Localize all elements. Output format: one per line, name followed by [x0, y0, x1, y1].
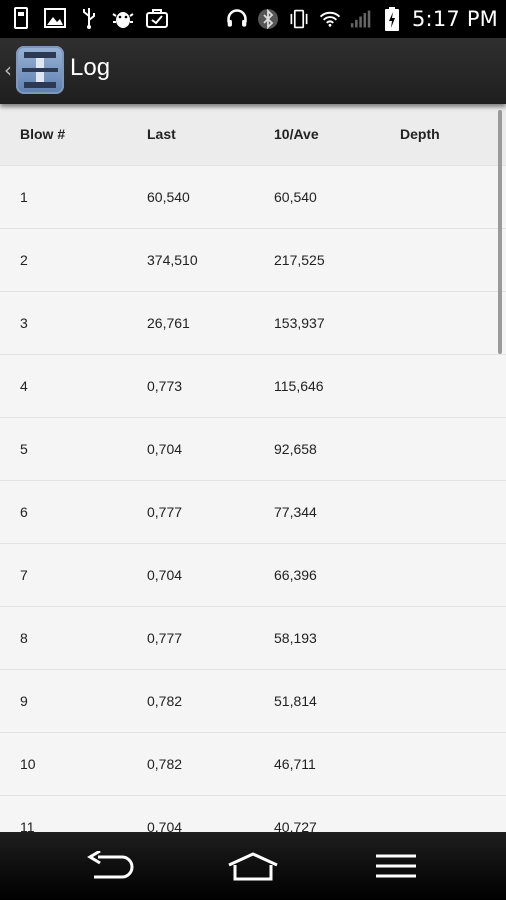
cell-blow-number: 7 [20, 567, 28, 583]
back-icon[interactable] [82, 848, 142, 884]
header-depth: Depth [400, 126, 440, 142]
cell-ten-average: 66,396 [274, 567, 317, 583]
cell-last: 0,704 [147, 819, 183, 832]
headset-icon [226, 7, 248, 31]
table-row[interactable]: 8 0,777 58,193 [0, 607, 506, 670]
action-bar: ‹ Log [0, 38, 506, 104]
cell-blow-number: 10 [20, 756, 36, 772]
briefcase-icon [146, 6, 168, 30]
cell-blow-number: 1 [20, 189, 28, 205]
table-row[interactable]: 4 0,773 115,646 [0, 355, 506, 418]
cell-last: 60,540 [147, 189, 190, 205]
cell-last: 0,782 [147, 693, 183, 709]
cell-last: 0,777 [147, 504, 183, 520]
usb-icon [78, 6, 100, 30]
header-last: Last [147, 126, 176, 142]
cell-ten-average: 115,646 [274, 378, 324, 394]
menu-icon[interactable] [366, 848, 426, 884]
scrollbar[interactable] [498, 110, 502, 354]
up-caret-icon[interactable]: ‹ [4, 58, 12, 82]
table-row[interactable]: 1 60,540 60,540 [0, 166, 506, 229]
cell-blow-number: 8 [20, 630, 28, 646]
clock: 5:17 PM [411, 7, 498, 31]
table-row[interactable]: 3 26,761 153,937 [0, 292, 506, 355]
cell-blow-number: 3 [20, 315, 28, 331]
cell-blow-number: 5 [20, 441, 28, 457]
table-row[interactable]: 10 0,782 46,711 [0, 733, 506, 796]
navigation-bar [0, 832, 506, 900]
cell-last: 0,782 [147, 756, 183, 772]
page-title: Log [70, 54, 111, 81]
cell-last: 0,704 [147, 567, 183, 583]
table-row[interactable]: 2 374,510 217,525 [0, 229, 506, 292]
bluetooth-icon [257, 7, 279, 31]
table-row[interactable]: 7 0,704 66,396 [0, 544, 506, 607]
wifi-icon [319, 7, 341, 31]
cell-ten-average: 58,193 [274, 630, 317, 646]
cell-blow-number: 9 [20, 693, 28, 709]
table-row[interactable]: 5 0,704 92,658 [0, 418, 506, 481]
android-debug-icon [112, 6, 134, 30]
cell-last: 26,761 [147, 315, 190, 331]
usb-storage-icon [10, 6, 32, 30]
cell-ten-average: 46,711 [274, 756, 316, 772]
cell-last: 0,777 [147, 630, 183, 646]
cell-blow-number: 6 [20, 504, 28, 520]
cell-blow-number: 2 [20, 252, 28, 268]
home-icon[interactable] [223, 848, 283, 884]
cell-ten-average: 92,658 [274, 441, 317, 457]
header-blow-number: Blow # [20, 126, 66, 142]
signal-icon [350, 7, 372, 31]
vibrate-icon [288, 7, 310, 31]
app-logo-icon[interactable] [16, 46, 64, 94]
cell-last: 374,510 [147, 252, 198, 268]
cell-ten-average: 60,540 [274, 189, 317, 205]
cell-last: 0,773 [147, 378, 183, 394]
table-header-row: Blow # Last 10/Ave Depth [0, 104, 506, 166]
cell-last: 0,704 [147, 441, 183, 457]
cell-ten-average: 153,937 [274, 315, 325, 331]
cell-blow-number: 4 [20, 378, 28, 394]
table-row[interactable]: 11 0,704 40,727 [0, 796, 506, 832]
header-ten-average: 10/Ave [274, 126, 319, 142]
cell-ten-average: 217,525 [274, 252, 325, 268]
image-icon [44, 6, 66, 30]
cell-ten-average: 51,814 [274, 693, 317, 709]
status-bar: 5:17 PM [0, 0, 506, 38]
battery-charging-icon [381, 7, 403, 31]
blow-log-table[interactable]: Blow # Last 10/Ave Depth 1 60,540 60,540 2 3… [0, 104, 506, 832]
table-row[interactable]: 6 0,777 77,344 [0, 481, 506, 544]
table-row[interactable]: 9 0,782 51,814 [0, 670, 506, 733]
cell-blow-number: 11 [20, 819, 35, 832]
cell-ten-average: 40,727 [274, 819, 317, 832]
cell-ten-average: 77,344 [274, 504, 317, 520]
